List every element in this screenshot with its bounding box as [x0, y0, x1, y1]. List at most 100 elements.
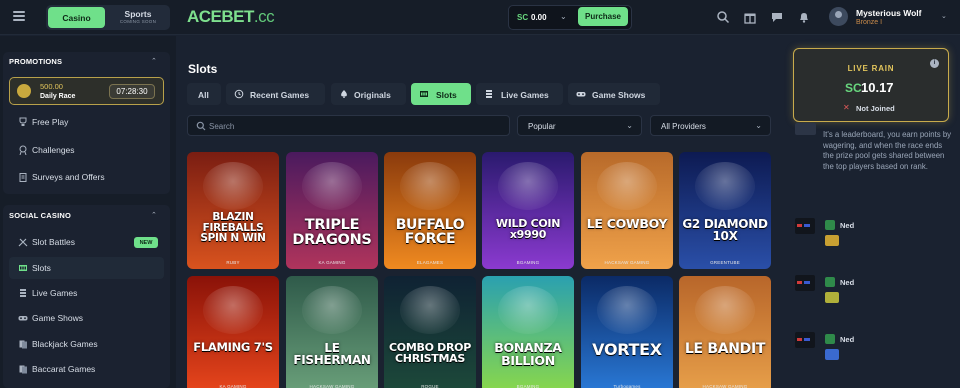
game-tile[interactable]: LE FISHERMAN HACKSAW GAMING — [286, 276, 378, 388]
new-badge: NEW — [134, 237, 158, 248]
menu-icon[interactable] — [13, 11, 25, 21]
search-icon[interactable] — [716, 10, 730, 24]
avatar[interactable] — [795, 218, 815, 234]
game-studio: BGAMING — [516, 384, 540, 388]
sidebar-item-live-games[interactable]: Live Games — [9, 282, 164, 304]
tab-slots[interactable]: Slots — [411, 83, 471, 105]
gift-icon[interactable] — [743, 10, 757, 24]
purchase-button[interactable]: Purchase — [578, 7, 628, 26]
chip-icon — [486, 90, 492, 98]
race-icon — [17, 84, 31, 98]
sports-mode-label: Sports — [124, 9, 152, 19]
game-title: BLAZIN FIREBALLS SPIN N WIN — [200, 211, 266, 245]
sidebar-item-free-play[interactable]: Free Play — [9, 111, 164, 133]
sidebar-item-surveys[interactable]: Surveys and Offers — [9, 166, 164, 188]
tab-label: All — [198, 90, 209, 100]
game-tile[interactable]: TRIPLE DRAGONS KA GAMING — [286, 152, 378, 269]
game-artwork — [695, 162, 755, 210]
live-rain-card[interactable]: LIVE RAIN i SC 10.17 ✕ Not Joined — [793, 48, 949, 122]
game-tile[interactable]: FLAMING 7'S KA GAMING — [187, 276, 279, 388]
social-casino-heading[interactable]: SOCIAL CASINO — [9, 211, 71, 220]
game-studio: GREENTUBE — [710, 260, 740, 265]
slot-icon — [19, 265, 27, 271]
game-studio: ELAGAMES — [416, 260, 444, 265]
sidebar-item-slots[interactable]: Slots — [9, 257, 164, 279]
avatar — [795, 123, 816, 135]
user-name[interactable]: Mysterious Wolf — [856, 8, 922, 18]
sidebar-item-blackjack[interactable]: Blackjack Games — [9, 333, 164, 355]
game-tile[interactable]: BONANZA BILLION BGAMING — [482, 276, 574, 388]
sidebar-item-game-shows[interactable]: Game Shows — [9, 307, 164, 329]
slot-icon — [420, 91, 428, 97]
rain-status: Not Joined — [856, 104, 895, 113]
game-studio: Turbogames — [613, 384, 641, 388]
sort-value: Popular — [528, 122, 556, 131]
promotions-heading[interactable]: PROMOTIONS — [9, 57, 62, 66]
chat-icon[interactable] — [770, 10, 784, 24]
game-tile[interactable]: LE COWBOY HACKSAW GAMING — [581, 152, 673, 269]
sports-mode-button[interactable]: Sports COMING SOON — [108, 7, 168, 28]
sort-select[interactable]: Popular ⌄ — [517, 115, 642, 136]
sidebar-item-baccarat[interactable]: Baccarat Games — [9, 358, 164, 380]
sidebar-item-label: Live Games — [32, 288, 78, 298]
game-studio: KA GAMING — [318, 260, 346, 265]
game-tile[interactable]: BLAZIN FIREBALLS SPIN N WIN RUBY — [187, 152, 279, 269]
close-icon: ✕ — [843, 103, 850, 112]
casino-mode-button[interactable]: Casino — [48, 7, 105, 28]
game-tile[interactable]: BUFFALO FORCE ELAGAMES — [384, 152, 476, 269]
user-rank: Bronze I — [856, 19, 883, 26]
chevron-down-icon: ⌄ — [626, 121, 633, 130]
live-rain-title: LIVE RAIN — [847, 64, 895, 73]
logo[interactable]: ACEBET.cc — [187, 7, 275, 27]
balance-amount: 0.00 — [531, 13, 547, 22]
tab-all[interactable]: All — [187, 83, 221, 105]
chat-username[interactable]: Ned — [840, 335, 854, 344]
rank-badge — [825, 334, 835, 344]
chevron-down-icon: ⌄ — [560, 12, 567, 21]
game-studio: HACKSAW GAMING — [702, 384, 748, 388]
avatar[interactable] — [795, 275, 815, 291]
clipboard-icon — [19, 173, 27, 182]
tab-originals[interactable]: Originals — [331, 83, 406, 105]
game-artwork — [498, 162, 558, 210]
game-title: VORTEX — [592, 340, 662, 359]
sidebar-item-label: Surveys and Offers — [32, 172, 105, 182]
history-icon — [234, 89, 244, 99]
game-artwork — [597, 286, 657, 334]
tab-game-shows[interactable]: Game Shows — [568, 83, 660, 105]
avatar[interactable] — [795, 332, 815, 348]
chat-username[interactable]: Ned — [840, 278, 854, 287]
top-bar: Casino Sports COMING SOON ACEBET.cc SC 0… — [0, 0, 960, 35]
game-title: TRIPLE DRAGONS — [292, 217, 372, 248]
sword-icon — [18, 238, 28, 247]
game-title: G2 DIAMOND 10X — [682, 217, 768, 244]
rain-description: It's a leaderboard, you earn points by w… — [823, 130, 952, 171]
game-tile[interactable]: G2 DIAMOND 10X GREENTUBE — [679, 152, 771, 269]
daily-race-card[interactable]: 500.00 Daily Race 07:28:30 — [9, 77, 164, 105]
sidebar-item-challenges[interactable]: Challenges — [9, 139, 164, 161]
chat-gif — [825, 349, 839, 360]
search-input[interactable] — [209, 119, 499, 133]
chat-gif — [825, 292, 839, 303]
sidebar-item-label: Challenges — [32, 145, 75, 155]
game-tile[interactable]: WILD COIN x9990 BGAMING — [482, 152, 574, 269]
logo-main: ACEBET — [187, 7, 254, 26]
tab-recent-games[interactable]: Recent Games — [226, 83, 325, 105]
game-title: BONANZA BILLION — [494, 340, 562, 368]
avatar[interactable] — [829, 7, 848, 26]
info-icon[interactable]: i — [930, 59, 939, 68]
cards-icon — [19, 340, 27, 349]
game-tile[interactable]: COMBO DROP CHRISTMAS ROGUE — [384, 276, 476, 388]
game-tile[interactable]: VORTEX Turbogames — [581, 276, 673, 388]
mode-switch: Casino Sports COMING SOON — [46, 5, 170, 30]
chat-username[interactable]: Ned — [840, 221, 854, 230]
game-studio: KA GAMING — [219, 384, 247, 388]
chevron-down-icon[interactable]: ⌄ — [941, 12, 947, 20]
game-title: LE COWBOY — [586, 216, 668, 231]
tab-live-games[interactable]: Live Games — [476, 83, 563, 105]
game-artwork — [695, 286, 755, 334]
provider-select[interactable]: All Providers ⌄ — [650, 115, 771, 136]
bell-icon[interactable] — [797, 10, 811, 24]
search-box — [187, 115, 510, 136]
game-tile[interactable]: LE BANDIT HACKSAW GAMING — [679, 276, 771, 388]
